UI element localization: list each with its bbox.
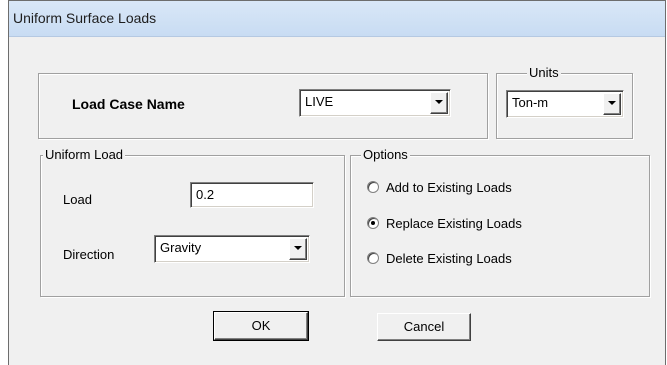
uniform-load-legend: Uniform Load xyxy=(43,147,126,163)
uniform-load-group: Uniform Load Load 0.2 Direction Gravity xyxy=(40,147,345,297)
ok-button[interactable]: OK xyxy=(213,311,309,341)
load-case-dropdown[interactable]: LIVE xyxy=(299,89,451,117)
units-group: Units Ton-m xyxy=(496,65,633,139)
chevron-down-icon[interactable] xyxy=(603,93,621,115)
title-bar[interactable]: Uniform Surface Loads xyxy=(9,1,665,37)
radio-button-icon[interactable] xyxy=(367,181,379,193)
window-title: Uniform Surface Loads xyxy=(13,10,157,26)
load-input[interactable]: 0.2 xyxy=(190,182,314,208)
dialog-body: Load Case Name LIVE Units Ton-m Uniform … xyxy=(19,47,661,365)
load-case-value: LIVE xyxy=(305,94,334,109)
load-case-group: Load Case Name LIVE xyxy=(38,73,488,139)
load-input-value: 0.2 xyxy=(196,187,215,202)
options-legend: Options xyxy=(361,147,410,163)
units-legend: Units xyxy=(527,65,561,81)
units-dropdown[interactable]: Ton-m xyxy=(506,90,624,118)
load-label: Load xyxy=(63,192,92,207)
direction-dropdown[interactable]: Gravity xyxy=(154,235,310,263)
radio-label[interactable]: Replace Existing Loads xyxy=(386,216,522,231)
direction-label: Direction xyxy=(63,247,115,262)
units-value: Ton-m xyxy=(512,95,549,110)
chevron-down-icon[interactable] xyxy=(430,92,448,114)
radio-button-icon[interactable] xyxy=(367,252,379,264)
radio-label[interactable]: Add to Existing Loads xyxy=(386,180,512,195)
dialog-window: Uniform Surface Loads Load Case Name LIV… xyxy=(8,0,666,365)
radio-button-checked-icon[interactable] xyxy=(367,217,379,229)
options-group: Options Add to Existing Loads Replace Ex… xyxy=(350,147,650,297)
chevron-down-icon[interactable] xyxy=(289,238,307,260)
load-case-label: Load Case Name xyxy=(72,96,185,112)
cancel-button[interactable]: Cancel xyxy=(377,313,471,341)
radio-label[interactable]: Delete Existing Loads xyxy=(386,251,512,266)
direction-value: Gravity xyxy=(160,240,202,255)
